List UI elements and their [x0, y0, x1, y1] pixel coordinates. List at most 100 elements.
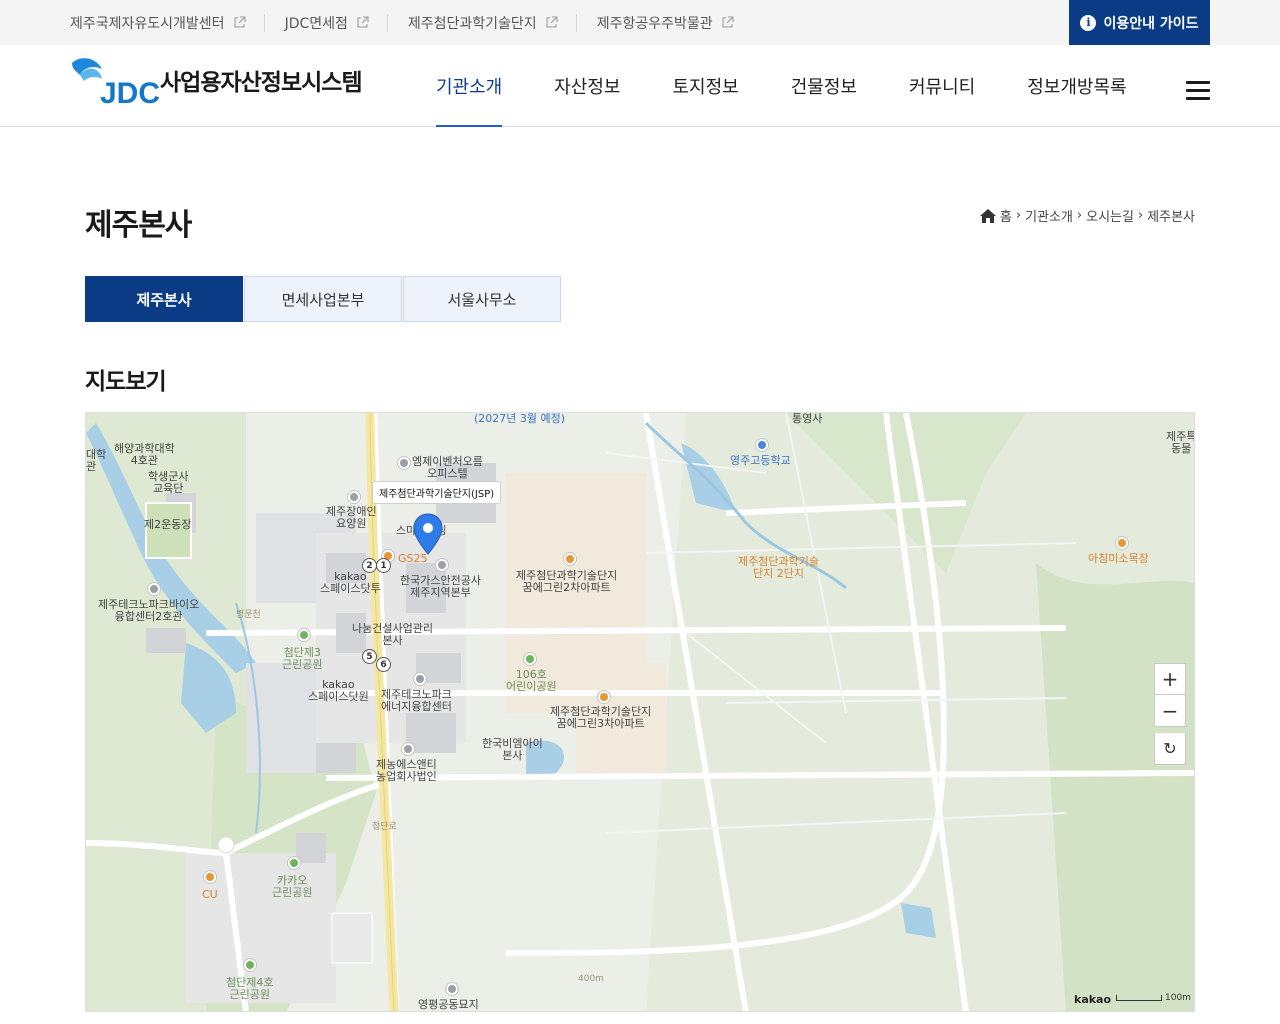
- kakao-map-logo: kakao: [1074, 993, 1112, 1006]
- building-poi-icon[interactable]: [414, 673, 426, 685]
- exit-badge[interactable]: 5: [362, 649, 377, 664]
- apartment-poi-icon[interactable]: [598, 691, 610, 703]
- external-link-icon: [233, 16, 246, 28]
- family-link-science-park[interactable]: 제주첨단과학기술단지: [407, 13, 577, 32]
- map-label-youngju-highschool: 영주고등학교: [730, 454, 791, 467]
- building-poi-icon[interactable]: [148, 583, 160, 595]
- family-link-label: JDC면세점: [284, 15, 348, 32]
- top-utility-bar: 제주국제자유도시개발센터 JDC면세점 제주첨단과학기술단지 제주항공우주박물관…: [0, 0, 1280, 45]
- family-site-links: 제주국제자유도시개발센터 JDC면세점 제주첨단과학기술단지 제주항공우주박물관: [70, 0, 772, 45]
- nav-community[interactable]: 커뮤니티: [883, 45, 1001, 127]
- map-label-university: 해양과학대학 4호관: [114, 442, 175, 467]
- info-icon: i: [1080, 14, 1097, 31]
- map-view[interactable]: (2027년 3월 예정) 통영사 해양과학대학 4호관 대학 관 학생군사 교…: [85, 412, 1195, 1012]
- map-label-road-main: 첨단로: [372, 822, 397, 832]
- map-label-kakao-park: 카카오 근린공원: [272, 874, 313, 899]
- site-logo[interactable]: JDC 사업용자산정보시스템: [70, 55, 363, 107]
- map-label-elevation: 400m: [578, 974, 604, 984]
- office-tabs: 제주본사 면세사업본부 서울사무소: [85, 276, 562, 322]
- home-icon: [979, 208, 996, 223]
- family-link-dutyfree[interactable]: JDC면세점: [284, 13, 388, 32]
- school-poi-icon[interactable]: [756, 439, 768, 451]
- chevron-right-icon: ›: [1015, 208, 1022, 223]
- exit-badge[interactable]: 6: [376, 657, 391, 672]
- map-label-ranch: 아침미소목장: [1088, 552, 1149, 565]
- nav-land-info[interactable]: 토지정보: [647, 45, 765, 127]
- scale-bar-line: [1116, 995, 1162, 1001]
- map-label-kakao-space-2: kakao 스페이스닷투: [320, 570, 381, 595]
- map-label-mj-venture: 엠제이벤처오름 오피스텔: [412, 455, 483, 480]
- map-label-student-military: 학생군사 교육단: [148, 470, 189, 495]
- map-label-park3: 첨단제3 근린공원: [282, 646, 323, 671]
- map-label-gas-safety: 한국가스안전공사 제주지역본부: [400, 574, 481, 599]
- breadcrumb-about[interactable]: 기관소개: [1025, 206, 1073, 225]
- map-label-park4: 첨단제4호 근린공원: [226, 976, 274, 1001]
- nav-about[interactable]: 기관소개: [410, 45, 528, 127]
- map-label-disabled-home: 제주장애인 요양원: [326, 505, 377, 530]
- park-poi-icon[interactable]: [244, 959, 256, 971]
- chevron-right-icon: ›: [1137, 208, 1144, 223]
- building-poi-icon[interactable]: [436, 559, 448, 571]
- nav-asset-info[interactable]: 자산정보: [528, 45, 646, 127]
- zoom-in-button[interactable]: +: [1154, 663, 1186, 695]
- tab-dutyfree-division[interactable]: 면세사업본부: [244, 276, 402, 322]
- map-label-playground: 제2운동장: [144, 518, 192, 531]
- park-poi-icon[interactable]: [298, 629, 310, 641]
- location-pin-icon[interactable]: [413, 513, 443, 555]
- chevron-right-icon: ›: [1076, 208, 1083, 223]
- jdc-logo-mark: JDC: [72, 58, 160, 107]
- map-section-title: 지도보기: [85, 369, 167, 395]
- building-poi-icon[interactable]: [402, 743, 414, 755]
- family-link-label: 제주항공우주박물관: [596, 15, 713, 32]
- park-poi-icon[interactable]: [288, 857, 300, 869]
- map-zoom-controls: + − ↻: [1154, 663, 1186, 765]
- map-label-zoo: 제주특 동물: [1166, 430, 1195, 455]
- ranch-poi-icon[interactable]: [1116, 537, 1128, 549]
- park-poi-icon[interactable]: [524, 653, 536, 665]
- nav-building-info[interactable]: 건물정보: [765, 45, 883, 127]
- map-label-techno-bio: 제주테크노파크바이오 융합센터2호관: [98, 598, 200, 623]
- external-link-icon: [546, 16, 558, 28]
- family-link-label: 제주첨단과학기술단지: [407, 15, 537, 32]
- breadcrumb-home[interactable]: 홈: [1000, 206, 1012, 225]
- global-nav: 기관소개 자산정보 토지정보 건물정보 커뮤니티 정보개방목록: [410, 45, 1153, 127]
- external-link-icon: [721, 16, 734, 28]
- map-label-apt2: 제주첨단과학기술단지 꿈에그린2차아파트: [516, 569, 618, 594]
- zoom-out-button[interactable]: −: [1154, 695, 1186, 727]
- family-link-label: 제주국제자유도시개발센터: [70, 15, 225, 32]
- site-header: JDC 사업용자산정보시스템 기관소개 자산정보 토지정보 건물정보 커뮤니티 …: [0, 45, 1280, 127]
- map-label-kakao-space-1: kakao 스페이스닷원: [308, 678, 369, 703]
- map-label-cu: CU: [202, 888, 218, 901]
- map-label-stream: 병문천: [236, 610, 261, 620]
- apartment-poi-icon[interactable]: [564, 553, 576, 565]
- scale-label: 100m: [1165, 993, 1191, 1003]
- map-label-jenong: 제농에스앤티 농업회사법인: [376, 758, 437, 783]
- place-tooltip: 제주첨단과학기술단지(JSP): [372, 481, 502, 504]
- jdc-logo-text: JDC: [100, 77, 160, 107]
- map-label-nanum: 나눔건설사업관리 본사: [352, 622, 433, 647]
- nav-open-data[interactable]: 정보개방목록: [1001, 45, 1152, 127]
- cemetery-poi-icon[interactable]: [446, 983, 458, 995]
- reset-view-button[interactable]: ↻: [1154, 733, 1186, 765]
- external-link-icon: [357, 16, 369, 28]
- family-link-aerospace-museum[interactable]: 제주항공우주박물관: [597, 14, 752, 32]
- tab-jeju-hq[interactable]: 제주본사: [85, 276, 243, 322]
- exit-badge[interactable]: 2: [362, 558, 377, 573]
- family-link-jdc[interactable]: 제주국제자유도시개발센터: [70, 13, 265, 32]
- breadcrumb-directions[interactable]: 오시는길: [1086, 206, 1134, 225]
- exit-badge[interactable]: 1: [376, 558, 391, 573]
- building-poi-icon[interactable]: [398, 457, 410, 469]
- map-label-jsp2: 제주첨단과학기술 단지 2단지: [738, 555, 819, 580]
- map-label-kids-park: 106호 어린이공원: [506, 668, 557, 693]
- usage-guide-button[interactable]: i 이용안내 가이드: [1069, 0, 1210, 45]
- tab-seoul-office[interactable]: 서울사무소: [403, 276, 561, 322]
- logo-title: 사업용자산정보시스템: [160, 70, 363, 96]
- usage-guide-label: 이용안내 가이드: [1103, 15, 1199, 32]
- map-label-construction: (2027년 3월 예정): [474, 412, 566, 425]
- map-label-energy: 제주테크노파크 에너지융합센터: [381, 688, 452, 713]
- menu-icon[interactable]: [1186, 81, 1210, 101]
- store-poi-icon[interactable]: [204, 871, 216, 883]
- map-label-tongyeongsa: 통영사: [792, 412, 823, 425]
- breadcrumb-current: 제주본사: [1147, 210, 1195, 225]
- building-poi-icon[interactable]: [348, 491, 360, 503]
